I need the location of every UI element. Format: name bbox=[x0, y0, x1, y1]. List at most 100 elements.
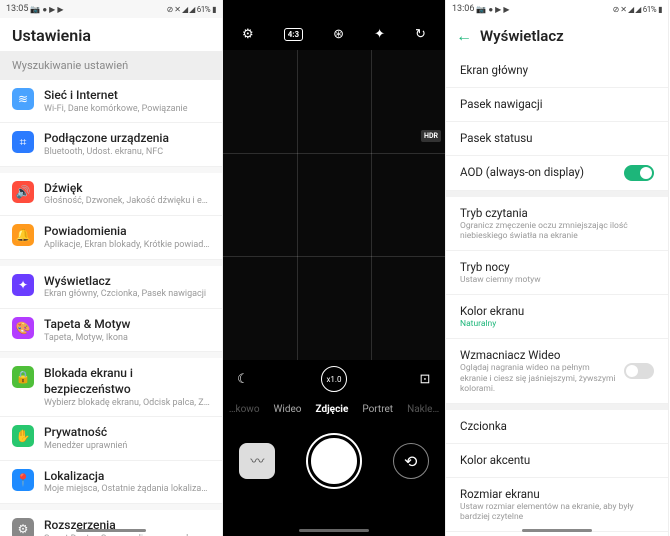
back-icon[interactable]: ← bbox=[456, 26, 472, 46]
item-subtitle: Ustaw ciemny motyw bbox=[460, 275, 654, 285]
settings-item[interactable]: ✋ Prywatność Menedżer uprawnień bbox=[0, 417, 222, 460]
toggle-switch[interactable] bbox=[624, 363, 654, 379]
battery-icon: ▮ bbox=[212, 5, 216, 14]
item-title: Powiadomienia bbox=[44, 224, 210, 240]
display-setting-item[interactable]: Rozmiar ekranuUstaw rozmiar elementów na… bbox=[446, 478, 668, 532]
item-icon: ⚙ bbox=[12, 518, 34, 536]
mode-item[interactable]: Nakle… bbox=[407, 404, 439, 415]
item-subtitle: Ekran główny, Czcionka, Pasek nawigacji bbox=[44, 289, 210, 300]
display-setting-item[interactable]: Tryb czytaniaOgranicz zmęczenie oczu zmn… bbox=[446, 197, 668, 251]
status-icons-left: 📷 ● ▶ ▶ bbox=[30, 5, 63, 14]
status-bar: 13:05 📷 ● ▶ ▶ ⊘ ✕ ◢ ◢ 61% ▮ bbox=[0, 0, 222, 18]
battery-percent: 61% bbox=[197, 5, 210, 14]
item-icon: 🔔 bbox=[12, 224, 34, 246]
clock: 13:05 bbox=[6, 4, 28, 14]
aspect-ratio-button[interactable]: 4:3 bbox=[284, 28, 303, 41]
item-subtitle: Moje miejsca, Ostatnie żądania lokalizac… bbox=[44, 484, 210, 495]
display-setting-item[interactable]: Pasek statusu bbox=[446, 122, 668, 156]
item-title: Kolor ekranu bbox=[460, 304, 654, 319]
home-indicator[interactable] bbox=[299, 529, 369, 532]
settings-item[interactable]: ⌗ Podłączone urządzenia Bluetooth, Udost… bbox=[0, 123, 222, 166]
focus-icon[interactable]: ⊡ bbox=[415, 372, 435, 387]
mode-item-active[interactable]: Zdjęcie bbox=[315, 404, 348, 415]
home-indicator[interactable] bbox=[522, 529, 592, 532]
toggle-switch[interactable] bbox=[624, 165, 654, 181]
settings-icon[interactable]: ⚙ bbox=[242, 27, 254, 42]
item-subtitle: Aplikacje, Ekran blokady, Krótkie powiad… bbox=[44, 240, 210, 251]
item-title: Tryb nocy bbox=[460, 260, 654, 275]
display-setting-item[interactable]: Pasek nawigacji bbox=[446, 88, 668, 122]
item-title: Podłączone urządzenia bbox=[44, 131, 210, 147]
item-title: Wzmacniacz Wideo bbox=[460, 348, 616, 363]
switch-camera-button[interactable]: ⟲ bbox=[393, 443, 429, 479]
item-title: Prywatność bbox=[44, 425, 210, 441]
display-setting-item[interactable]: Tryb nocyUstaw ciemny motyw bbox=[446, 251, 668, 295]
hdr-badge[interactable]: HDR bbox=[421, 130, 441, 142]
status-bar: 13:06 📷 ● ▶ ▶ ⊘ ✕ ◢ ◢ 61% ▮ bbox=[446, 0, 668, 18]
settings-item[interactable]: ✦ Wyświetlacz Ekran główny, Czcionka, Pa… bbox=[0, 266, 222, 309]
item-title: Pasek statusu bbox=[460, 131, 654, 146]
battery-icon: ▮ bbox=[658, 5, 662, 14]
display-setting-item[interactable]: AOD (always-on display) bbox=[446, 156, 668, 191]
mode-item[interactable]: Portret bbox=[362, 404, 393, 415]
viewfinder[interactable]: HDR bbox=[223, 50, 445, 360]
mode-item[interactable]: …kowo bbox=[229, 404, 260, 415]
item-subtitle: Menedżer uprawnień bbox=[44, 441, 210, 452]
item-icon: 🎨 bbox=[12, 317, 34, 339]
mode-item[interactable]: Wideo bbox=[274, 404, 302, 415]
item-subtitle: Naturalny bbox=[460, 319, 654, 329]
settings-item[interactable]: ≋ Sieć i Internet Wi-Fi, Dane komórkowe,… bbox=[0, 80, 222, 123]
status-icons-left: 📷 ● ▶ ▶ bbox=[476, 5, 509, 14]
item-subtitle: Wi-Fi, Dane komórkowe, Powiązanie bbox=[44, 104, 210, 115]
display-setting-item[interactable]: Kolor akcentu bbox=[446, 444, 668, 478]
settings-item[interactable]: 🎨 Tapeta & Motyw Tapeta, Motyw, Ikona bbox=[0, 309, 222, 352]
night-mode-icon[interactable]: ☾ bbox=[233, 372, 253, 387]
item-title: Sieć i Internet bbox=[44, 88, 210, 104]
item-icon: 🔒 bbox=[12, 366, 34, 388]
gallery-thumbnail[interactable]: 〰 bbox=[239, 443, 275, 479]
filter-icon[interactable]: ⊛ bbox=[333, 27, 344, 42]
item-title: Lokalizacja bbox=[44, 469, 210, 485]
item-title: Kolor akcentu bbox=[460, 453, 654, 468]
mode-selector[interactable]: …kowo Wideo Zdjęcie Portret Nakle… bbox=[223, 398, 445, 425]
item-icon: ⌗ bbox=[12, 131, 34, 153]
home-indicator[interactable] bbox=[76, 529, 146, 532]
item-title: Blokada ekranu i bezpieczeństwo bbox=[44, 366, 210, 397]
settings-item[interactable]: 🔊 Dźwięk Głośność, Dzwonek, Jakość dźwię… bbox=[0, 173, 222, 216]
display-setting-item[interactable]: Pełny ekran aplikacji bbox=[446, 532, 668, 536]
display-setting-item[interactable]: Wzmacniacz WideoOglądaj nagrania wideo n… bbox=[446, 339, 668, 404]
status-bar bbox=[223, 0, 445, 18]
item-subtitle: Ustaw rozmiar elementów na ekranie, aby … bbox=[460, 502, 654, 522]
zoom-button[interactable]: x1.0 bbox=[321, 366, 347, 392]
item-icon: ≋ bbox=[12, 88, 34, 110]
item-icon: 🔊 bbox=[12, 181, 34, 203]
item-title: Dźwięk bbox=[44, 181, 210, 197]
item-title: Tryb czytania bbox=[460, 206, 654, 221]
settings-item[interactable]: 📍 Lokalizacja Moje miejsca, Ostatnie żąd… bbox=[0, 461, 222, 504]
clock: 13:06 bbox=[452, 4, 474, 14]
item-icon: ✋ bbox=[12, 425, 34, 447]
flash-icon[interactable]: ✦ bbox=[374, 27, 385, 42]
battery-percent: 61% bbox=[643, 5, 656, 14]
item-subtitle: Wybierz blokadę ekranu, Odcisk palca, Za… bbox=[44, 398, 210, 409]
item-subtitle: Oglądaj nagrania wideo na pełnym ekranie… bbox=[460, 363, 616, 394]
settings-item[interactable]: ⚙ Rozszerzenia Smart Doctor, Spersonaliz… bbox=[0, 510, 222, 536]
item-subtitle: Bluetooth, Udost. ekranu, NFC bbox=[44, 147, 210, 158]
item-subtitle: Tapeta, Motyw, Ikona bbox=[44, 333, 210, 344]
timer-icon[interactable]: ↻ bbox=[415, 27, 426, 42]
item-title: Tapeta & Motyw bbox=[44, 317, 210, 333]
item-title: AOD (always-on display) bbox=[460, 165, 616, 180]
status-icons-right: ⊘ ✕ ◢ ◢ bbox=[613, 5, 641, 14]
camera-top-bar: ⚙ 4:3 ⊛ ✦ ↻ bbox=[223, 18, 445, 50]
page-title: Wyświetlacz bbox=[480, 27, 564, 45]
camera-screen: ⚙ 4:3 ⊛ ✦ ↻ HDR ☾ x1.0 ⊡ …kowo Wideo Zdj… bbox=[223, 0, 446, 536]
search-input[interactable]: Wyszukiwanie ustawień bbox=[0, 51, 222, 80]
item-title: Pasek nawigacji bbox=[460, 97, 654, 112]
display-setting-item[interactable]: Ekran główny bbox=[446, 54, 668, 88]
settings-item[interactable]: 🔒 Blokada ekranu i bezpieczeństwo Wybier… bbox=[0, 358, 222, 417]
settings-item[interactable]: 🔔 Powiadomienia Aplikacje, Ekran blokady… bbox=[0, 216, 222, 259]
shutter-button[interactable] bbox=[308, 435, 360, 487]
display-setting-item[interactable]: Czcionka bbox=[446, 410, 668, 444]
status-icons-right: ⊘ ✕ ◢ ◢ bbox=[167, 5, 195, 14]
display-setting-item[interactable]: Kolor ekranuNaturalny bbox=[446, 295, 668, 339]
